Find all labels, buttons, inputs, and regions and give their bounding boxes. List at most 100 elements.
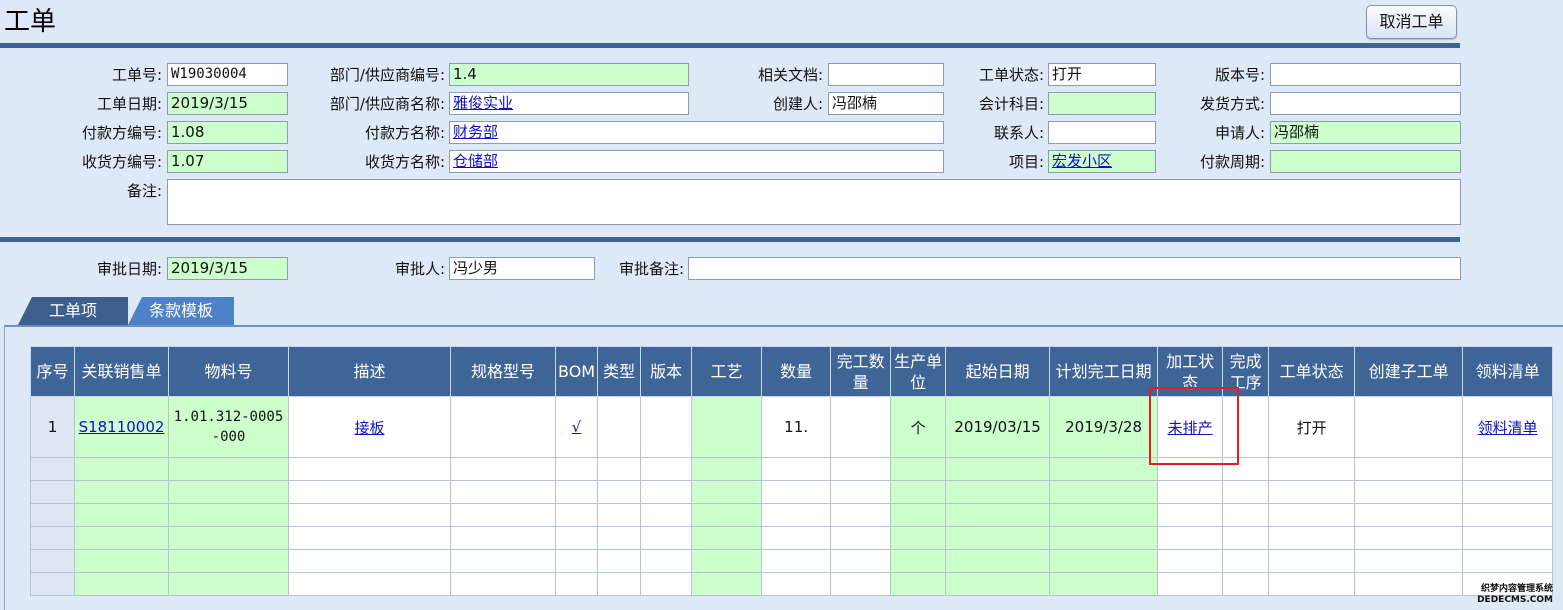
- empty-cell[interactable]: [74, 549, 169, 573]
- empty-cell[interactable]: [1157, 480, 1224, 504]
- empty-cell[interactable]: [1049, 480, 1159, 504]
- empty-row[interactable]: [30, 457, 1554, 481]
- receiver-name-field[interactable]: 仓储部: [449, 150, 944, 173]
- empty-cell[interactable]: [1049, 457, 1159, 481]
- empty-row[interactable]: [30, 480, 1554, 504]
- empty-cell[interactable]: [890, 503, 947, 527]
- empty-cell[interactable]: [1354, 549, 1464, 573]
- empty-cell[interactable]: [945, 549, 1051, 573]
- empty-cell[interactable]: [1462, 526, 1554, 550]
- sales-order-cell[interactable]: S18110002: [74, 396, 169, 458]
- empty-cell[interactable]: [450, 572, 556, 596]
- empty-cell[interactable]: [288, 572, 451, 596]
- empty-cell[interactable]: [450, 457, 556, 481]
- process-cell[interactable]: [691, 396, 763, 458]
- empty-cell[interactable]: [597, 572, 642, 596]
- column-header[interactable]: 完成工序: [1222, 346, 1270, 397]
- column-header[interactable]: 描述: [288, 346, 451, 397]
- empty-cell[interactable]: [597, 526, 642, 550]
- empty-cell[interactable]: [1222, 503, 1270, 527]
- project-link[interactable]: 宏发小区: [1052, 152, 1112, 170]
- empty-cell[interactable]: [945, 480, 1051, 504]
- empty-cell[interactable]: [1268, 572, 1356, 596]
- creator-field[interactable]: 冯邵楠: [828, 92, 944, 115]
- empty-cell[interactable]: [597, 480, 642, 504]
- applicant-field[interactable]: 冯邵楠: [1270, 121, 1461, 144]
- empty-cell[interactable]: [597, 549, 642, 573]
- tab-terms-template[interactable]: 条款模板: [128, 297, 234, 325]
- bom-check-link[interactable]: √: [572, 418, 582, 436]
- empty-cell[interactable]: [1268, 457, 1356, 481]
- empty-cell[interactable]: [1157, 457, 1224, 481]
- empty-cell[interactable]: [74, 503, 169, 527]
- empty-cell[interactable]: [288, 526, 451, 550]
- column-header[interactable]: 版本: [640, 346, 693, 397]
- account-field[interactable]: [1048, 92, 1156, 115]
- empty-cell[interactable]: [1222, 457, 1270, 481]
- version-field[interactable]: [1270, 63, 1461, 86]
- empty-cell[interactable]: [168, 457, 289, 481]
- empty-cell[interactable]: [1268, 549, 1356, 573]
- empty-cell[interactable]: [945, 572, 1051, 596]
- plan-date-cell[interactable]: 2019/3/28: [1049, 396, 1159, 458]
- empty-cell[interactable]: [168, 526, 289, 550]
- empty-cell[interactable]: [1049, 503, 1159, 527]
- tab-order-items[interactable]: 工单项: [18, 297, 128, 325]
- receiver-no-field[interactable]: 1.07: [167, 150, 288, 173]
- receiver-name-link[interactable]: 仓储部: [453, 152, 498, 170]
- empty-cell[interactable]: [761, 457, 832, 481]
- empty-cell[interactable]: [288, 457, 451, 481]
- empty-cell[interactable]: [945, 503, 1051, 527]
- column-header[interactable]: 数量: [761, 346, 832, 397]
- empty-cell[interactable]: [890, 457, 947, 481]
- empty-cell[interactable]: [554, 572, 599, 596]
- empty-cell[interactable]: [74, 457, 169, 481]
- empty-cell[interactable]: [1157, 503, 1224, 527]
- ship-method-field[interactable]: [1270, 92, 1461, 115]
- table-row[interactable]: 1 S18110002 1.01.312-0005-000 接板 √ 11. 个…: [30, 396, 1554, 458]
- empty-row[interactable]: [30, 572, 1554, 596]
- column-header[interactable]: 加工状态: [1157, 346, 1224, 397]
- order-status-cell[interactable]: 打开: [1268, 396, 1356, 458]
- empty-cell[interactable]: [168, 549, 289, 573]
- empty-cell[interactable]: [761, 503, 832, 527]
- contact-field[interactable]: [1048, 121, 1156, 144]
- empty-cell[interactable]: [945, 526, 1051, 550]
- empty-cell[interactable]: [74, 480, 169, 504]
- empty-cell[interactable]: [890, 480, 947, 504]
- related-doc-field[interactable]: [828, 63, 944, 86]
- empty-cell[interactable]: [1268, 526, 1356, 550]
- column-header[interactable]: BOM: [554, 346, 599, 397]
- column-header[interactable]: 完工数量: [830, 346, 892, 397]
- column-header[interactable]: 工艺: [691, 346, 763, 397]
- spec-cell[interactable]: [450, 396, 556, 458]
- pick-list-link[interactable]: 领料清单: [1478, 419, 1538, 437]
- empty-cell[interactable]: [1354, 503, 1464, 527]
- empty-cell[interactable]: [830, 457, 892, 481]
- dept-no-field[interactable]: 1.4: [449, 63, 689, 86]
- empty-cell[interactable]: [1222, 549, 1270, 573]
- empty-cell[interactable]: [450, 549, 556, 573]
- empty-cell[interactable]: [168, 572, 289, 596]
- empty-cell[interactable]: [1354, 480, 1464, 504]
- column-header[interactable]: 工单状态: [1268, 346, 1356, 397]
- column-header[interactable]: 序号: [30, 346, 75, 397]
- empty-cell[interactable]: [1049, 549, 1159, 573]
- empty-cell[interactable]: [890, 549, 947, 573]
- empty-cell[interactable]: [830, 526, 892, 550]
- empty-cell[interactable]: [1157, 526, 1224, 550]
- empty-cell[interactable]: [74, 526, 169, 550]
- empty-cell[interactable]: [761, 526, 832, 550]
- column-header[interactable]: 计划完工日期: [1049, 346, 1159, 397]
- empty-cell[interactable]: [1222, 480, 1270, 504]
- empty-cell[interactable]: [640, 526, 693, 550]
- empty-cell[interactable]: [640, 457, 693, 481]
- empty-cell[interactable]: [1462, 549, 1554, 573]
- version-cell[interactable]: [640, 396, 693, 458]
- column-header[interactable]: 物料号: [168, 346, 289, 397]
- empty-cell[interactable]: [640, 503, 693, 527]
- bom-cell[interactable]: √: [554, 396, 599, 458]
- quantity-cell[interactable]: 11.: [761, 396, 832, 458]
- empty-row[interactable]: [30, 526, 1554, 550]
- empty-cell[interactable]: [1157, 572, 1224, 596]
